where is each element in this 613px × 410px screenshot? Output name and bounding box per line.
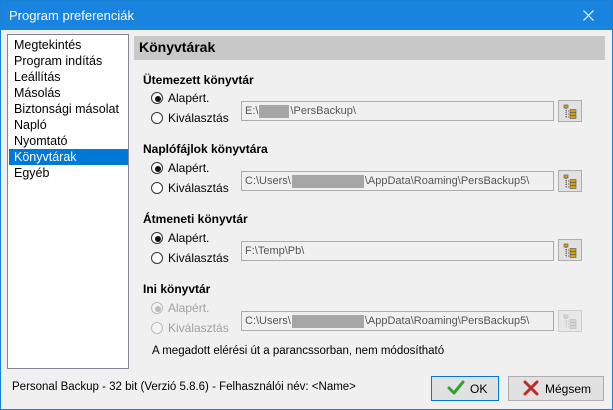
radio-label: Alapért. <box>168 231 210 245</box>
path-prefix: C:\Users\ <box>245 175 291 187</box>
preferences-window: Program preferenciák Megtekintés Program… <box>0 0 613 410</box>
folder-tree-icon <box>563 174 577 189</box>
radio-label: Alapért. <box>168 301 210 315</box>
path-suffix: \PersBackup\ <box>290 105 356 117</box>
radio-label: Kiválasztás <box>168 251 229 265</box>
title-bar[interactable]: Program preferenciák <box>1 1 612 30</box>
nav-item-nyomtato[interactable]: Nyomtató <box>9 133 128 149</box>
ok-label: OK <box>470 382 488 396</box>
cancel-label: Mégsem <box>545 382 592 396</box>
radio-label: Kiválasztás <box>168 181 229 195</box>
browse-button-ini <box>558 310 582 332</box>
checkmark-icon <box>447 380 465 395</box>
browse-button-naplofajlok[interactable] <box>558 170 582 192</box>
nav-item-megtekintes[interactable]: Megtekintés <box>9 37 128 53</box>
ini-note: A megadott elérési út a parancssorban, n… <box>152 345 445 357</box>
radio-label: Kiválasztás <box>168 321 229 335</box>
nav-item-naplo[interactable]: Napló <box>9 117 128 133</box>
cancel-button[interactable]: Mégsem <box>508 376 604 401</box>
radio-label: Alapért. <box>168 161 210 175</box>
path-suffix: \AppData\Roaming\PersBackup5\ <box>364 315 530 327</box>
folder-tree-icon <box>563 243 577 258</box>
section-title: Könyvtárak <box>139 39 216 55</box>
nav-item-konyvtarak[interactable]: Könyvtárak <box>9 149 128 165</box>
radio-label: Kiválasztás <box>168 111 229 125</box>
window-title: Program preferenciák <box>9 8 134 23</box>
browse-button-atmeneti[interactable] <box>558 239 582 261</box>
group-title-ini: Ini könyvtár <box>143 282 211 296</box>
group-title-naplofajlok: Naplófájlok könyvtára <box>143 142 268 156</box>
redacted-segment <box>259 104 290 118</box>
path-prefix: E:\ <box>245 105 259 117</box>
path-prefix: C:\Users\ <box>245 315 291 327</box>
x-icon <box>523 380 539 396</box>
nav-item-leallitas[interactable]: Leállítás <box>9 69 128 85</box>
group-title-utemezett: Ütemezett könyvtár <box>143 73 254 87</box>
radio-label: Alapért. <box>168 91 210 105</box>
nav-item-program-inditas[interactable]: Program indítás <box>9 53 128 69</box>
path-field-atmeneti[interactable]: F:\Temp\Pb\ <box>241 241 554 261</box>
folder-tree-icon <box>563 104 577 119</box>
path-prefix: F:\Temp\Pb\ <box>245 245 305 257</box>
nav-item-biztonsagi-masolat[interactable]: Biztonsági másolat <box>9 101 128 117</box>
path-suffix: \AppData\Roaming\PersBackup5\ <box>364 175 530 187</box>
status-text: Personal Backup - 32 bit (Verzió 5.8.6) … <box>12 381 356 393</box>
ok-button[interactable]: OK <box>431 376 499 401</box>
redacted-segment <box>291 174 364 188</box>
path-field-ini: C:\Users\ \AppData\Roaming\PersBackup5\ <box>241 311 554 331</box>
path-field-naplofajlok[interactable]: C:\Users\ \AppData\Roaming\PersBackup5\ <box>241 171 554 191</box>
redacted-segment <box>291 314 364 328</box>
browse-button-utemezett[interactable] <box>558 100 582 122</box>
section-header: Könyvtárak <box>134 36 605 60</box>
path-field-utemezett[interactable]: E:\ \PersBackup\ <box>241 101 554 121</box>
close-icon <box>583 10 594 21</box>
close-button[interactable] <box>566 1 612 30</box>
nav-item-egyeb[interactable]: Egyéb <box>9 165 128 181</box>
category-list[interactable]: Megtekintés Program indítás Leállítás Má… <box>7 34 129 369</box>
nav-item-masolas[interactable]: Másolás <box>9 85 128 101</box>
folder-tree-icon <box>563 314 577 329</box>
group-title-atmeneti: Átmeneti könyvtár <box>143 212 248 226</box>
